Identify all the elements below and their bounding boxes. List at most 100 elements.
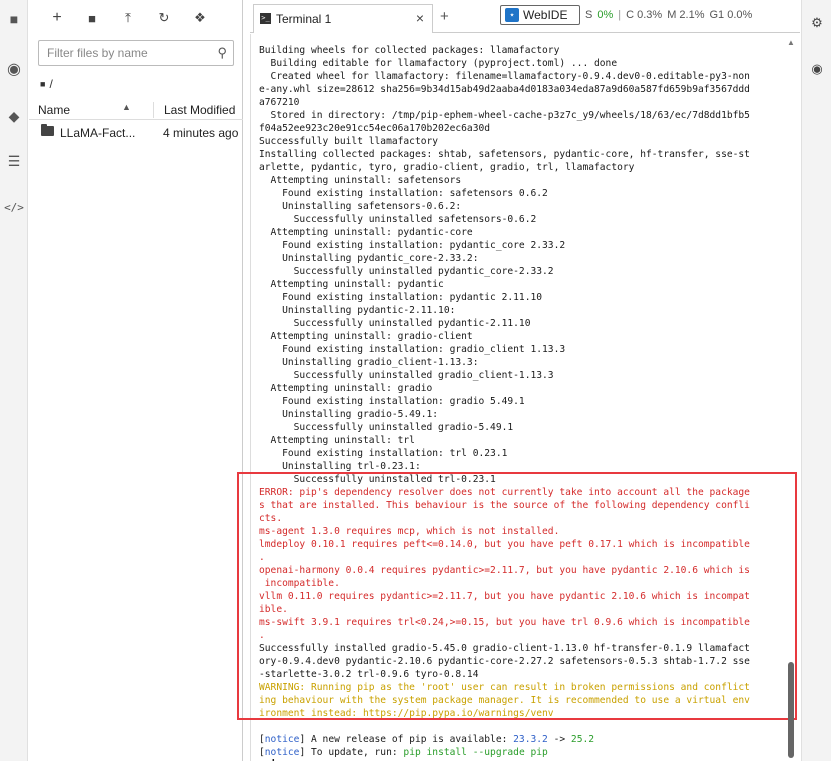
terminal-line: f04a52ee923c20e91cc54ec06a170b202ec6a30d <box>259 123 491 134</box>
terminal-line: Found existing installation: pydantic 2.… <box>259 292 543 303</box>
gpu-stat: G1 0.0% <box>709 9 753 21</box>
filter-box: ⚲ <box>38 40 234 66</box>
add-tab-button[interactable]: + <box>440 8 449 25</box>
terminal-line: Created wheel for llamafactory: filename… <box>259 71 750 82</box>
column-last-modified[interactable]: Last Modified <box>164 103 235 117</box>
scrollbar-thumb[interactable] <box>788 662 794 758</box>
new-launcher-icon[interactable]: + <box>46 8 68 28</box>
breadcrumb-path: / <box>49 77 53 91</box>
webide-button[interactable]: ⋆ WebIDE <box>500 5 580 25</box>
terminal-line: Found existing installation: trl 0.23.1 <box>259 448 508 459</box>
tab-terminal-1[interactable]: >_ Terminal 1 × <box>253 4 433 33</box>
terminal-line: openai-harmony 0.0.4 requires pydantic>=… <box>259 565 750 576</box>
settings-gears-icon[interactable]: ⚙ <box>808 14 826 32</box>
terminal-line: -starlette-3.0.2 trl-0.9.6 tyro-0.8.14 <box>259 669 479 680</box>
sort-ascending-icon[interactable]: ▲ <box>122 102 131 112</box>
folder-icon <box>41 124 54 136</box>
notice-tag: notice <box>264 747 300 758</box>
breadcrumb[interactable]: ■ / <box>40 76 53 92</box>
terminal-line: Attempting uninstall: trl <box>259 435 415 446</box>
terminal-line: Successfully uninstalled pydantic-2.11.1… <box>259 318 531 329</box>
terminal-line: Installing collected packages: shtab, sa… <box>259 149 750 160</box>
left-activity-bar: ■ ◉ ◆ ☰ </> <box>0 0 28 761</box>
terminal-line: Found existing installation: safetensors… <box>259 188 548 199</box>
old-version: 23.3.2 <box>513 734 548 745</box>
terminal-line: Uninstalling safetensors-0.6.2: <box>259 201 462 212</box>
terminal-panel[interactable]: Building wheels for collected packages: … <box>250 34 800 761</box>
terminal-line: Found existing installation: gradio 5.49… <box>259 396 525 407</box>
folder-icon[interactable]: ■ <box>5 10 23 28</box>
upload-icon[interactable]: ⤒ <box>117 8 139 28</box>
file-browser: + ■ ⤒ ↻ ❖ ⚲ ■ / Name ▲ Last Modified LLa… <box>29 0 243 761</box>
terminal-line: Successfully uninstalled trl-0.23.1 <box>259 474 496 485</box>
webide-label: WebIDE <box>523 8 568 22</box>
terminal-line: Uninstalling trl-0.23.1: <box>259 461 421 472</box>
terminal-line: . <box>259 552 265 563</box>
terminal-line: ible. <box>259 604 288 615</box>
terminal-icon: >_ <box>260 13 271 24</box>
new-folder-icon[interactable]: ■ <box>81 8 103 28</box>
git-clone-icon[interactable]: ❖ <box>189 8 211 28</box>
tab-title: Terminal 1 <box>276 12 332 26</box>
scroll-up-icon[interactable]: ▲ <box>787 38 795 47</box>
terminal-line: Successfully uninstalled pydantic_core-2… <box>259 266 554 277</box>
terminal-line: Successfully uninstalled safetensors-0.6… <box>259 214 537 225</box>
terminal-line: Building wheels for collected packages: … <box>259 45 560 56</box>
terminal-line: Successfully uninstalled gradio-5.49.1 <box>259 422 514 433</box>
terminal-line: a767210 <box>259 97 300 108</box>
terminal-line: arlette, pydantic, tyro, gradio-client, … <box>259 162 635 173</box>
file-name: LLaMA-Fact... <box>60 126 136 140</box>
column-name[interactable]: Name <box>38 103 70 117</box>
status-small: S <box>585 9 593 21</box>
terminal-line: WARNING: Running pip as the 'root' user … <box>259 682 750 693</box>
running-sessions-icon[interactable]: ◉ <box>5 60 23 78</box>
code-icon[interactable]: </> <box>4 198 24 216</box>
terminal-line: ERROR: pip's dependency resolver does no… <box>259 487 750 498</box>
terminal-line: Uninstalling gradio-5.49.1: <box>259 409 439 420</box>
right-activity-bar: ⚙ ◉ <box>801 0 831 761</box>
terminal-line: Stored in directory: /tmp/pip-ephem-whee… <box>259 110 750 121</box>
git-icon[interactable]: ◆ <box>5 107 23 125</box>
filter-input[interactable] <box>39 41 204 65</box>
terminal-line: Successfully built llamafactory <box>259 136 439 147</box>
vscode-icon: ⋆ <box>505 8 519 22</box>
notice-line: [notice] A new release of pip is availab… <box>259 734 595 745</box>
terminal-line: . <box>259 630 265 641</box>
terminal-line: ms-agent 1.3.0 requires mcp, which is no… <box>259 526 560 537</box>
cpu-stat: C 0.3% <box>626 9 663 21</box>
terminal-line: Uninstalling pydantic_core-2.33.2: <box>259 253 479 264</box>
stats-divider: | <box>618 9 622 21</box>
tab-bar: >_ Terminal 1 × + ⋆ WebIDE S 0% | C 0.3%… <box>250 0 800 33</box>
terminal-line: ory-0.9.4.dev0 pydantic-2.10.6 pydantic-… <box>259 656 750 667</box>
file-list-header: Name ▲ Last Modified <box>29 100 243 120</box>
terminal-scrollbar[interactable]: ▲ <box>785 36 797 760</box>
upgrade-command: pip install --upgrade pip <box>403 747 548 758</box>
terminal-line: Attempting uninstall: gradio-client <box>259 331 473 342</box>
terminal-line: Attempting uninstall: safetensors <box>259 175 462 186</box>
terminal-line: ing behaviour with the system package ma… <box>259 695 750 706</box>
terminal-line: s that are installed. This behaviour is … <box>259 500 750 511</box>
close-tab-icon[interactable]: × <box>416 10 424 26</box>
terminal-line: Uninstalling gradio_client-1.13.3: <box>259 357 479 368</box>
column-divider <box>153 102 154 118</box>
debugger-bug-icon[interactable]: ◉ <box>808 60 826 78</box>
status-percent: 0% <box>597 9 614 21</box>
terminal-line: e-any.whl size=28612 sha256=9b34d15ab49d… <box>259 84 750 95</box>
terminal-line: Uninstalling pydantic-2.11.10: <box>259 305 456 316</box>
terminal-line: lmdeploy 0.10.1 requires peft<=0.14.0, b… <box>259 539 750 550</box>
terminal-line: ms-swift 3.9.1 requires trl<0.24,>=0.15,… <box>259 617 750 628</box>
file-row[interactable]: LLaMA-Fact... 4 minutes ago <box>29 122 243 144</box>
terminal-line: Found existing installation: pydantic_co… <box>259 240 566 251</box>
table-of-contents-icon[interactable]: ☰ <box>5 152 23 170</box>
new-version: 25.2 <box>570 734 595 745</box>
file-modified: 4 minutes ago <box>163 126 239 140</box>
terminal-line: Building editable for llamafactory (pypr… <box>259 58 618 69</box>
refresh-icon[interactable]: ↻ <box>153 8 175 28</box>
notice-line: [notice] To update, run: pip install --u… <box>259 747 548 758</box>
terminal-line: Attempting uninstall: pydantic <box>259 279 444 290</box>
terminal-line: incompatible. <box>259 578 340 589</box>
terminal-line: vllm 0.11.0 requires pydantic>=2.11.7, b… <box>259 591 750 602</box>
terminal-line: Successfully installed gradio-5.45.0 gra… <box>259 643 750 654</box>
terminal-line: Attempting uninstall: pydantic-core <box>259 227 473 238</box>
